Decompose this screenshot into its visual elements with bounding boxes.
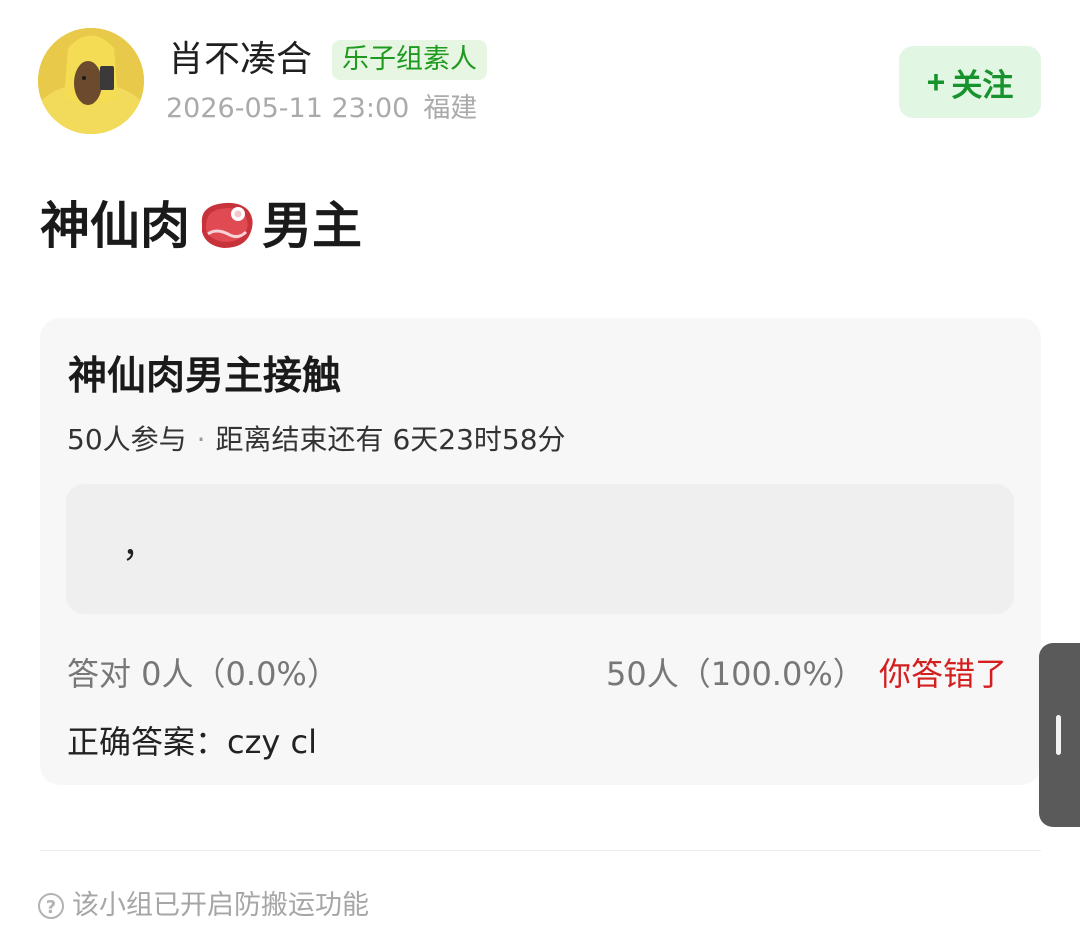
participant-count: 50人参与 bbox=[67, 423, 187, 456]
quiz-info: 50人参与 · 距离结束还有 6天23时58分 bbox=[67, 420, 566, 460]
post-title-text-start: 神仙肉 bbox=[40, 197, 190, 255]
time-remaining: 距离结束还有 6天23时58分 bbox=[215, 423, 566, 456]
correct-stat: 答对 0人（0.0%） bbox=[67, 655, 339, 693]
post-title: 神仙肉 男主 bbox=[40, 192, 362, 260]
scroll-handle[interactable] bbox=[1039, 643, 1080, 827]
follow-label: 关注 bbox=[951, 67, 1014, 103]
follow-button[interactable]: + 关注 bbox=[899, 46, 1041, 118]
avatar[interactable] bbox=[38, 28, 144, 134]
wrong-answer-flag: 你答错了 bbox=[879, 655, 1008, 693]
meat-icon bbox=[194, 194, 258, 258]
location: 福建 bbox=[423, 93, 478, 124]
post-meta: 2026-05-11 23:00 福建 bbox=[166, 92, 477, 126]
info-separator: · bbox=[196, 423, 206, 456]
submitted-answer: ， bbox=[122, 526, 156, 566]
post-title-text-end: 男主 bbox=[262, 197, 362, 255]
avatar-image bbox=[38, 28, 144, 134]
username[interactable]: 肖不凑合 bbox=[168, 36, 312, 84]
scroll-grip bbox=[1056, 715, 1061, 755]
submitted-answer-box: ， bbox=[66, 484, 1014, 614]
divider bbox=[40, 850, 1041, 851]
timestamp: 2026-05-11 23:00 bbox=[166, 93, 410, 124]
wrong-stat: 50人（100.0%） bbox=[606, 655, 865, 693]
plus-icon: + bbox=[926, 63, 946, 100]
help-icon: ? bbox=[38, 893, 64, 919]
group-badge[interactable]: 乐子组素人 bbox=[332, 40, 487, 80]
quiz-title: 神仙肉男主接触 bbox=[68, 354, 342, 399]
anti-repost-text: 该小组已开启防搬运功能 bbox=[72, 890, 369, 921]
quiz-card: 神仙肉男主接触 50人参与 · 距离结束还有 6天23时58分 ， 答对 0人（0.… bbox=[40, 318, 1041, 785]
anti-repost-note[interactable]: ? 该小组已开启防搬运功能 bbox=[38, 888, 369, 924]
correct-answer: 正确答案：czy cl bbox=[67, 723, 317, 761]
